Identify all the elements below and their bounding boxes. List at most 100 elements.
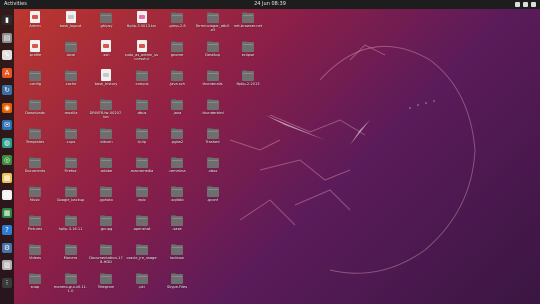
desktop-icon[interactable]: .remmina (160, 156, 194, 186)
desktop-icon-label: .mozilla (63, 111, 78, 115)
desktop-icon[interactable]: lockbox (160, 243, 194, 273)
dock-text-editor-launcher[interactable]: ✎ (2, 50, 12, 60)
desktop-icon[interactable]: .thunderbird (196, 98, 230, 128)
desktop-icon[interactable]: Documentation-178-HDD (89, 243, 123, 273)
dock-thunderbird-launcher[interactable]: ✉ (2, 120, 12, 130)
desktop-icon[interactable]: .fplip (125, 127, 159, 157)
desktop-icon[interactable]: .gphoto (89, 185, 123, 215)
folder-icon (29, 69, 41, 81)
dock-files-launcher[interactable]: ▤ (2, 32, 12, 43)
system-tray[interactable] (515, 0, 536, 7)
desktop-icon[interactable]: Terminologer_a6c0-e5 (196, 11, 230, 41)
desktop-icon[interactable]: .local (54, 40, 88, 70)
folder-icon (135, 214, 148, 226)
folder-icon (135, 272, 148, 284)
desktop-icon[interactable]: Desktop (196, 40, 230, 70)
desktop-icon[interactable]: net-browser.net (231, 11, 265, 41)
desktop-icon[interactable]: Monero (54, 243, 88, 273)
desktop-icon[interactable]: Firefox (54, 156, 88, 186)
desktop-icon[interactable]: DRIVER-fw-00207.bin (89, 98, 123, 128)
dock-calc-launcher[interactable]: ▦ (2, 207, 12, 218)
desktop-icon[interactable]: .profile (18, 40, 52, 70)
folder-icon (206, 185, 219, 197)
network-icon[interactable] (515, 2, 520, 7)
desktop-icon[interactable]: snap (18, 272, 52, 302)
writer-icon: ▤ (3, 191, 11, 199)
desktop-icon[interactable]: .vbox (196, 156, 230, 186)
desktop-icon[interactable]: ftplip-2.2013 (231, 69, 265, 99)
desktop-icon[interactable]: .bitcoin (89, 127, 123, 157)
desktop-icon[interactable]: bash_history (89, 69, 123, 99)
notes-icon: ▦ (3, 173, 11, 182)
desktop-icon[interactable]: .macromedia (125, 156, 159, 186)
clock[interactable]: 24 Jun 08:39 (0, 0, 540, 9)
dock-python-launcher[interactable]: ⚙ (2, 242, 12, 253)
desktop-icon-label: .gnupg (99, 227, 113, 231)
desktop-icon[interactable]: monero-gui-v0.11.1.0 (54, 272, 88, 302)
desktop-icon[interactable]: .config (18, 69, 52, 99)
desktop-icon[interactable]: ftplip-3.5013.tar (125, 11, 159, 41)
desktop-icon[interactable]: .pgtw2 (160, 127, 194, 157)
dock-sync-launcher[interactable]: ↻ (2, 85, 12, 95)
dock: ▮ ▤ ✎ A ↻ ◉ ✉ ◍ ◎ ▦ ▤ ▦? ⚙ ▥ ⁝ (0, 9, 14, 304)
folder-icon (206, 98, 219, 110)
dock-show-apps-launcher[interactable]: ⁝ (2, 277, 12, 288)
desktop-icon[interactable]: .java (160, 98, 194, 128)
desktop-icon[interactable]: .pki (125, 272, 159, 302)
desktop-icon[interactable]: Music (18, 185, 52, 215)
desktop-icon[interactable]: .dbus (125, 98, 159, 128)
desktop-icon[interactable]: .ghipsy (89, 11, 123, 41)
desktop-icon[interactable]: Videos (18, 243, 52, 273)
desktop-icon[interactable]: .cups (54, 127, 88, 157)
dock-terminal-launcher[interactable]: ▮ (2, 15, 12, 25)
desktop-icon-label: .remmina (168, 169, 186, 173)
dock-help-launcher[interactable]: ? (2, 225, 12, 235)
desktop-icon[interactable]: Skype-Files (160, 272, 194, 302)
desktop-icon[interactable]: sudo_as_admin_successful (125, 40, 159, 70)
desktop-icon[interactable]: .mozilla (54, 98, 88, 128)
folder-icon (206, 127, 219, 139)
dock-writer-launcher[interactable]: ▤ (2, 190, 12, 200)
dock-trash-launcher[interactable]: ▥ (2, 260, 12, 270)
desktop-icon[interactable]: Google_backup (54, 185, 88, 215)
desktop-icon[interactable]: .gnupg (89, 214, 123, 244)
desktop-icon[interactable]: Telegram (89, 272, 123, 302)
desktop-icon[interactable]: hplip-3.16.11 (54, 214, 88, 244)
desktop-icon-label: Admin (29, 24, 41, 28)
folder-icon (29, 272, 41, 284)
desktop-icon[interactable]: .openshot (125, 214, 159, 244)
dock-store-launcher[interactable]: A (2, 67, 12, 78)
desktop-icon[interactable]: .epic (125, 185, 159, 215)
desktop-icon[interactable]: .adobe (89, 156, 123, 186)
desktop-icon[interactable]: .gconf (196, 185, 230, 215)
folder-icon (135, 243, 148, 255)
desktop-icon[interactable]: .gimp-2.8 (160, 11, 194, 41)
desktop-icon[interactable]: .saxe (160, 214, 194, 244)
desktop-icon[interactable]: .java.sch (160, 69, 194, 99)
desktop-icon[interactable]: bash_logout (54, 11, 88, 41)
desktop-icon[interactable]: Admin (18, 11, 52, 41)
dock-notes-launcher[interactable]: ▦ (2, 172, 12, 183)
desktop-icon[interactable]: .compiz (125, 69, 159, 99)
desktop-icon[interactable]: Trashed (196, 127, 230, 157)
dock-maps-launcher[interactable]: ◍ (2, 137, 12, 148)
power-icon[interactable] (531, 2, 536, 7)
desktop-icon[interactable]: Templates (18, 127, 52, 157)
desktop-icon-label: .fplip (137, 140, 146, 144)
desktop-icon[interactable]: gnome (160, 40, 194, 70)
desktop-icon[interactable]: .ssh (89, 40, 123, 70)
folder-icon (171, 243, 183, 255)
dock-chrome-launcher[interactable]: ◎ (2, 155, 12, 165)
desktop-icon[interactable]: eclipse (231, 40, 265, 70)
desktop-icon-label: .vbox (207, 169, 218, 173)
desktop-icon[interactable]: Downloads (18, 98, 52, 128)
desktop-icon[interactable]: thumbnails (196, 69, 230, 99)
desktop-icon[interactable]: Documents (18, 156, 52, 186)
desktop-icon-label: .cups (65, 140, 76, 144)
desktop-icon[interactable]: .cache (54, 69, 88, 99)
volume-icon[interactable] (523, 2, 528, 7)
desktop-icon[interactable]: oracle_jre_usage (125, 243, 159, 273)
desktop-icon[interactable]: Pictures (18, 214, 52, 244)
dock-firefox-launcher[interactable]: ◉ (2, 102, 12, 113)
desktop-icon[interactable]: .sqlitdb (160, 185, 194, 215)
